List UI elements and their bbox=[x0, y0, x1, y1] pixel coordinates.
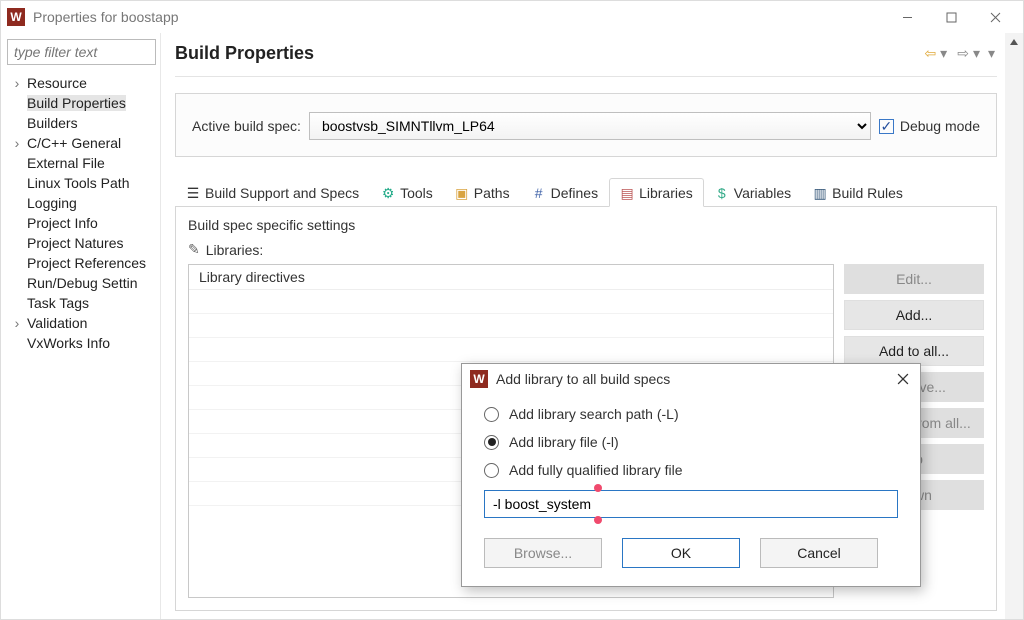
chevron-right-icon: › bbox=[11, 315, 23, 331]
vertical-scrollbar[interactable] bbox=[1005, 33, 1023, 619]
plug-icon: ⚙ bbox=[381, 186, 395, 200]
tab-build-rules[interactable]: ▥Build Rules bbox=[802, 178, 914, 207]
radio-add-library-file[interactable]: Add library file (-l) bbox=[484, 434, 898, 450]
properties-window: W Properties for boostapp ›Resource Buil… bbox=[0, 0, 1024, 620]
sidebar-item-task-tags[interactable]: Task Tags bbox=[7, 293, 156, 313]
list-row[interactable] bbox=[189, 314, 833, 338]
cancel-button[interactable]: Cancel bbox=[760, 538, 878, 568]
tabs: ☰Build Support and Specs ⚙Tools ▣Paths #… bbox=[175, 177, 997, 207]
folder-icon: ▣ bbox=[455, 186, 469, 200]
pencil-icon: ✎ bbox=[188, 241, 200, 258]
dialog-close-button[interactable] bbox=[894, 370, 912, 388]
ok-button[interactable]: OK bbox=[622, 538, 740, 568]
caret-handle-icon bbox=[594, 484, 602, 492]
sidebar-item-project-references[interactable]: Project References bbox=[7, 253, 156, 273]
sidebar-item-logging[interactable]: Logging bbox=[7, 193, 156, 213]
close-button[interactable] bbox=[973, 3, 1017, 31]
sidebar-item-c-cpp-general[interactable]: ›C/C++ General bbox=[7, 133, 156, 153]
add-to-all-button[interactable]: Add to all... bbox=[844, 336, 984, 366]
titlebar: W Properties for boostapp bbox=[1, 1, 1023, 33]
settings-subheader: Build spec specific settings bbox=[188, 217, 984, 233]
debug-mode-checkbox[interactable]: ✓ Debug mode bbox=[879, 118, 980, 134]
sidebar-item-validation[interactable]: ›Validation bbox=[7, 313, 156, 333]
libraries-label-row: ✎ Libraries: bbox=[188, 241, 984, 258]
tab-defines[interactable]: #Defines bbox=[521, 178, 609, 207]
radio-add-search-path[interactable]: Add library search path (-L) bbox=[484, 406, 898, 422]
caret-handle-icon bbox=[594, 516, 602, 524]
chevron-right-icon: › bbox=[11, 135, 23, 151]
minimize-button[interactable] bbox=[885, 3, 929, 31]
sidebar-item-builders[interactable]: Builders bbox=[7, 113, 156, 133]
content-pane: Build Properties ⇦ ▾ ⇨ ▾ ▾ Active build … bbox=[161, 33, 1005, 619]
bars-icon: ▥ bbox=[813, 186, 827, 200]
forward-menu-icon[interactable]: ▾ bbox=[971, 45, 982, 62]
sidebar-item-resource[interactable]: ›Resource bbox=[7, 73, 156, 93]
radio-selected-icon bbox=[484, 435, 499, 450]
sidebar-item-project-info[interactable]: Project Info bbox=[7, 213, 156, 233]
edit-button[interactable]: Edit... bbox=[844, 264, 984, 294]
tab-variables[interactable]: $Variables bbox=[704, 178, 802, 207]
debug-mode-label: Debug mode bbox=[900, 118, 980, 134]
sidebar-item-build-properties[interactable]: Build Properties bbox=[7, 93, 156, 113]
tab-tools[interactable]: ⚙Tools bbox=[370, 178, 444, 207]
app-logo-icon: W bbox=[7, 8, 25, 26]
gear-group-icon: ☰ bbox=[186, 186, 200, 200]
sidebar-item-linux-tools-path[interactable]: Linux Tools Path bbox=[7, 173, 156, 193]
list-header: Library directives bbox=[189, 265, 833, 290]
tab-paths[interactable]: ▣Paths bbox=[444, 178, 521, 207]
history-nav: ⇦ ▾ ⇨ ▾ ▾ bbox=[922, 45, 997, 62]
libraries-label: Libraries: bbox=[206, 242, 264, 258]
tab-libraries[interactable]: ▤Libraries bbox=[609, 178, 704, 207]
tab-build-support[interactable]: ☰Build Support and Specs bbox=[175, 178, 370, 207]
sidebar-item-run-debug-settings[interactable]: Run/Debug Settin bbox=[7, 273, 156, 293]
list-row[interactable] bbox=[189, 290, 833, 314]
active-spec-panel: Active build spec: boostvsb_SIMNTllvm_LP… bbox=[175, 93, 997, 157]
add-library-dialog: W Add library to all build specs Add lib… bbox=[461, 363, 921, 587]
book-icon: ▤ bbox=[620, 186, 634, 200]
radio-icon bbox=[484, 407, 499, 422]
dialog-title: Add library to all build specs bbox=[496, 371, 894, 387]
dialog-titlebar: W Add library to all build specs bbox=[462, 364, 920, 392]
back-button[interactable]: ⇦ bbox=[922, 45, 938, 62]
extra-menu-icon[interactable]: ▾ bbox=[986, 45, 997, 62]
chevron-right-icon: › bbox=[11, 75, 23, 91]
active-spec-select[interactable]: boostvsb_SIMNTllvm_LP64 bbox=[309, 112, 871, 140]
active-spec-label: Active build spec: bbox=[192, 118, 301, 134]
library-value-input[interactable] bbox=[484, 490, 898, 518]
radio-add-fully-qualified[interactable]: Add fully qualified library file bbox=[484, 462, 898, 478]
page-title: Build Properties bbox=[175, 43, 922, 64]
back-menu-icon[interactable]: ▾ bbox=[938, 45, 949, 62]
sidebar-item-vxworks-info[interactable]: VxWorks Info bbox=[7, 333, 156, 353]
checkbox-checked-icon: ✓ bbox=[879, 119, 894, 134]
window-title: Properties for boostapp bbox=[33, 9, 179, 25]
hash-icon: # bbox=[532, 186, 546, 200]
forward-button[interactable]: ⇨ bbox=[955, 45, 971, 62]
list-row[interactable] bbox=[189, 338, 833, 362]
divider bbox=[175, 76, 997, 77]
sidebar-item-external-file[interactable]: External File bbox=[7, 153, 156, 173]
browse-button[interactable]: Browse... bbox=[484, 538, 602, 568]
dollar-icon: $ bbox=[715, 186, 729, 200]
radio-icon bbox=[484, 463, 499, 478]
app-logo-icon: W bbox=[470, 370, 488, 388]
sidebar-item-project-natures[interactable]: Project Natures bbox=[7, 233, 156, 253]
maximize-button[interactable] bbox=[929, 3, 973, 31]
add-button[interactable]: Add... bbox=[844, 300, 984, 330]
sidebar: ›Resource Build Properties Builders ›C/C… bbox=[1, 33, 161, 619]
filter-input[interactable] bbox=[7, 39, 156, 65]
